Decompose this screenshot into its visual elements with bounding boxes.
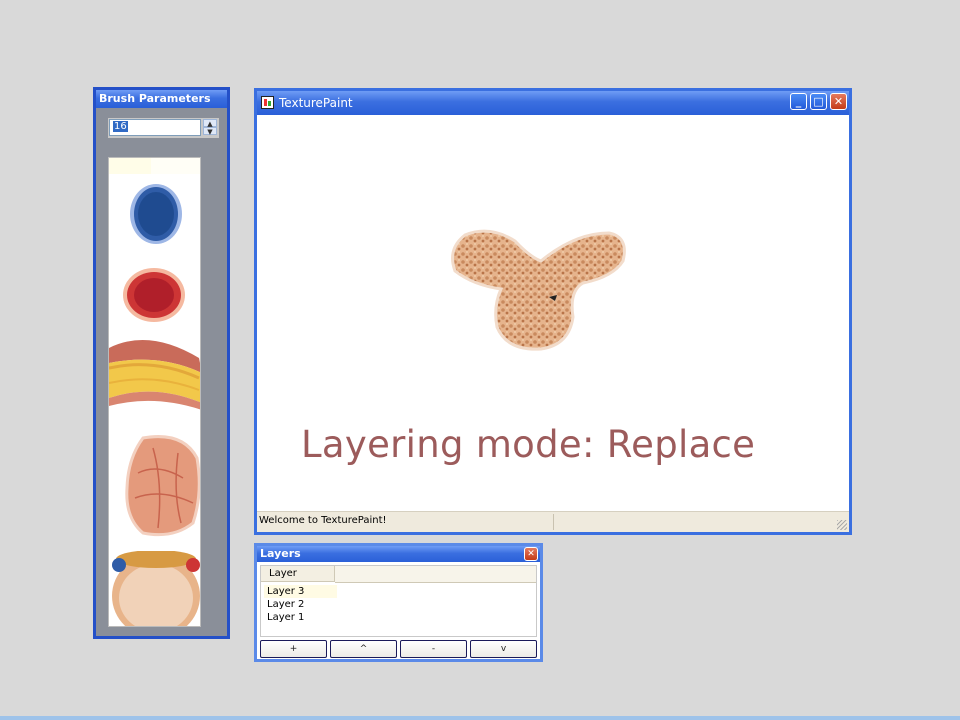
layer-column-header-filler <box>335 566 536 583</box>
desktop-bottom-edge <box>0 716 960 720</box>
remove-layer-button[interactable]: - <box>400 640 467 658</box>
layers-window: Layers ✕ Layer Layer 3 Layer 2 Layer 1 +… <box>254 543 543 662</box>
add-layer-button[interactable]: + <box>260 640 327 658</box>
brush-texture-list[interactable] <box>108 157 201 627</box>
move-layer-up-button[interactable]: ^ <box>330 640 397 658</box>
layers-close-button[interactable]: ✕ <box>524 547 538 561</box>
status-divider <box>553 514 554 530</box>
minimize-button[interactable]: _ <box>790 93 807 110</box>
window-title: TexturePaint <box>279 96 353 110</box>
paint-canvas[interactable]: Layering mode: Replace <box>257 115 849 511</box>
spinner-buttons: ▲ ▼ <box>203 119 217 136</box>
brush-parameters-titlebar[interactable]: Brush Parameters <box>96 90 227 108</box>
status-bar: Welcome to TexturePaint! <box>257 511 849 532</box>
layers-table: Layer Layer 3 Layer 2 Layer 1 <box>260 565 537 637</box>
texture-swatch-red-circle[interactable] <box>121 266 187 324</box>
brush-size-value: 16 <box>113 121 128 132</box>
layer-row[interactable]: Layer 1 <box>264 611 337 624</box>
layer-row[interactable]: Layer 2 <box>264 598 337 611</box>
layers-title: Layers <box>260 547 301 560</box>
painted-texture-shape <box>451 229 626 351</box>
brush-size-spinner[interactable]: 16 ▲ ▼ <box>108 118 219 138</box>
status-text: Welcome to TexturePaint! <box>259 515 387 526</box>
layer-row[interactable]: Layer 3 <box>264 585 337 598</box>
brush-size-input[interactable]: 16 <box>109 119 201 136</box>
layer-button-bar: + ^ - v <box>260 640 537 658</box>
layering-mode-overlay: Layering mode: Replace <box>301 423 756 466</box>
spinner-up-button[interactable]: ▲ <box>203 119 217 128</box>
texture-swatch-bone[interactable] <box>109 551 201 627</box>
layers-titlebar[interactable]: Layers ✕ <box>257 546 540 562</box>
layer-column-header[interactable]: Layer <box>261 566 335 582</box>
texturepaint-titlebar[interactable]: TexturePaint _ □ ✕ <box>257 91 849 115</box>
texturepaint-window: TexturePaint _ □ ✕ Layering mode: Replac… <box>254 88 852 535</box>
texture-swatch-blue-circle[interactable] <box>127 181 185 247</box>
spinner-down-button[interactable]: ▼ <box>203 127 217 136</box>
resize-grip[interactable] <box>837 520 847 530</box>
brush-parameters-window: Brush Parameters 16 ▲ ▼ <box>93 87 230 639</box>
close-button[interactable]: ✕ <box>830 93 847 110</box>
move-layer-down-button[interactable]: v <box>470 640 537 658</box>
texture-swatch-muscle[interactable] <box>123 433 201 539</box>
app-icon <box>261 96 274 109</box>
brush-list-tab-area <box>151 158 200 174</box>
brush-list-tab[interactable] <box>109 158 152 174</box>
maximize-button[interactable]: □ <box>810 93 827 110</box>
texture-swatch-fat-tissue[interactable] <box>109 328 201 414</box>
